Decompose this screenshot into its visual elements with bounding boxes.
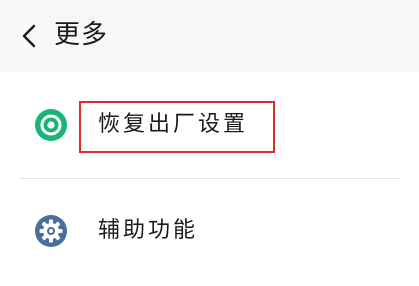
settings-list: 恢复出厂设置 辅助功能 — [0, 72, 419, 286]
divider — [20, 178, 400, 179]
page-title: 更多 — [54, 20, 109, 50]
chevron-left-icon — [22, 24, 36, 48]
restore-icon — [34, 108, 68, 142]
list-item-label: 辅助功能 — [98, 218, 199, 243]
list-item-accessibility[interactable]: 辅助功能 — [0, 180, 419, 286]
header-bar: 更多 — [0, 0, 419, 72]
back-button[interactable] — [18, 22, 42, 50]
accessibility-gear-icon — [34, 214, 68, 248]
screen: 更多 恢复出厂设置 辅助功能 — [0, 0, 419, 286]
highlight-box — [79, 101, 275, 153]
list-item-factory-reset[interactable]: 恢复出厂设置 — [0, 72, 419, 178]
